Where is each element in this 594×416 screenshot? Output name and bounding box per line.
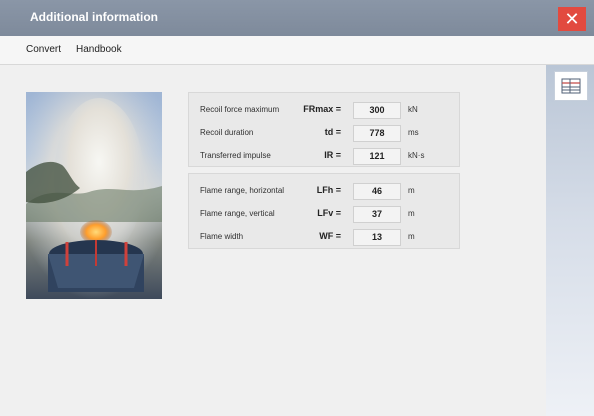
recoil-force-max-label: Recoil force maximum [200, 105, 280, 114]
flame-row-horizontal: Flame range, horizontal LFh = 46 m [189, 182, 459, 202]
flame-photo [26, 92, 162, 299]
flame-photo-image [26, 92, 162, 299]
close-icon: ✕ [564, 9, 580, 29]
menu-handbook[interactable]: Handbook [76, 44, 122, 55]
title-bar: Additional information ✕ [0, 0, 594, 36]
flame-row-vertical: Flame range, vertical LFv = 37 m [189, 205, 459, 225]
flame-horizontal-value: 46 [353, 183, 401, 200]
flame-vertical-label: Flame range, vertical [200, 209, 275, 218]
recoil-force-max-unit: kN [408, 105, 418, 114]
recoil-force-max-value: 300 [353, 102, 401, 119]
flame-width-symbol: WF = [319, 231, 341, 241]
flame-width-unit: m [408, 232, 415, 241]
flame-row-width: Flame width WF = 13 m [189, 228, 459, 248]
right-toolbar [546, 65, 594, 416]
flame-horizontal-symbol: LFh = [316, 185, 341, 195]
flame-width-label: Flame width [200, 232, 244, 241]
flame-panel: Flame range, horizontal LFh = 46 m Flame… [188, 173, 460, 249]
recoil-row-duration: Recoil duration td = 778 ms [189, 124, 459, 144]
menu-bar: Convert Handbook [0, 36, 594, 65]
transferred-impulse-label: Transferred impulse [200, 151, 271, 160]
recoil-duration-label: Recoil duration [200, 128, 254, 137]
table-icon [561, 78, 581, 94]
window-title: Additional information [30, 10, 158, 24]
recoil-force-max-symbol: FRmax = [303, 104, 341, 114]
flame-horizontal-unit: m [408, 186, 415, 195]
recoil-duration-unit: ms [408, 128, 419, 137]
recoil-duration-symbol: td = [324, 127, 341, 137]
flame-vertical-unit: m [408, 209, 415, 218]
flame-horizontal-label: Flame range, horizontal [200, 186, 285, 195]
additional-information-window: Additional information ✕ Convert Handboo… [0, 0, 594, 416]
main-content: Recoil force maximum FRmax = 300 kN Reco… [0, 65, 546, 416]
transferred-impulse-symbol: IR = [324, 150, 341, 160]
table-view-button[interactable] [554, 71, 588, 101]
recoil-row-impulse: Transferred impulse IR = 121 kN·s [189, 147, 459, 167]
flame-width-value: 13 [353, 229, 401, 246]
recoil-duration-value: 778 [353, 125, 401, 142]
close-button[interactable]: ✕ [558, 7, 586, 31]
flame-vertical-symbol: LFv = [317, 208, 341, 218]
flame-vertical-value: 37 [353, 206, 401, 223]
menu-convert[interactable]: Convert [26, 44, 61, 55]
transferred-impulse-unit: kN·s [408, 151, 425, 160]
recoil-panel: Recoil force maximum FRmax = 300 kN Reco… [188, 92, 460, 167]
transferred-impulse-value: 121 [353, 148, 401, 165]
recoil-row-force-max: Recoil force maximum FRmax = 300 kN [189, 101, 459, 121]
